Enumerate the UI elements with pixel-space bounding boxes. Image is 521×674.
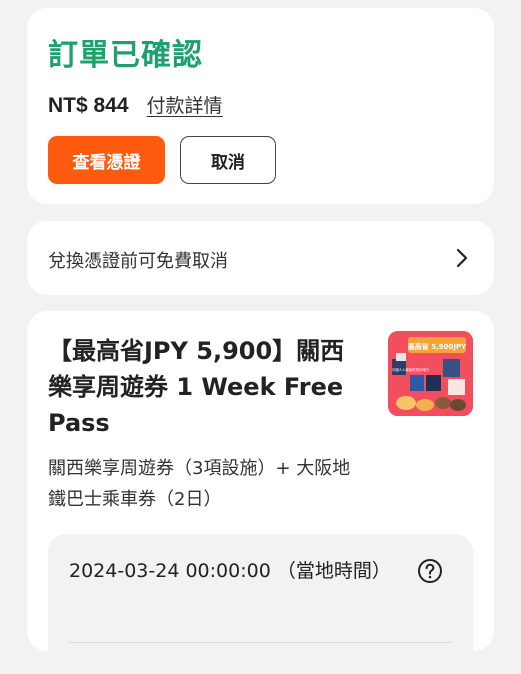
thumbnail-badge-text: 最高省 5,900JPY [408,342,467,351]
date-box-divider [69,642,452,643]
order-status-title: 訂單已確認 [48,38,203,73]
help-circle-icon[interactable] [417,558,443,584]
booking-date-box: 2024-03-24 00:00:00 （當地時間） [48,534,473,674]
cancellation-policy-text: 兌換憑證前可免費取消 [48,251,228,272]
product-subtitle: 關西樂享周遊券（3項設施）+ 大阪地鐵巴士乘車券（2日） [48,458,351,510]
cancellation-policy-row[interactable]: 兌換憑證前可免費取消 [27,221,494,295]
booking-datetime: 2024-03-24 00:00:00 （當地時間） [69,560,391,582]
order-price: NT$ 844 [48,94,129,117]
price-row: NT$ 844 付款詳情 [48,91,223,118]
product-card: 【最高省JPY 5,900】關西樂享周遊券 1 Week Free Pass 最… [27,311,494,674]
view-voucher-button[interactable]: 查看憑證 [48,136,165,184]
product-title[interactable]: 【最高省JPY 5,900】關西樂享周遊券 1 Week Free Pass [48,333,368,441]
thumbnail-caption-text: 中國人人都說的的好地方 [392,367,430,372]
order-status-card: 訂單已確認 NT$ 844 付款詳情 查看憑證 取消 [27,8,494,204]
chevron-right-icon [456,248,468,268]
product-thumbnail-image: 最高省 5,900JPY 中國人人都說的的好地方 [388,331,473,416]
cancel-order-button[interactable]: 取消 [180,136,276,184]
product-thumbnail[interactable]: 最高省 5,900JPY 中國人人都說的的好地方 [388,331,473,416]
payment-details-link[interactable]: 付款詳情 [147,91,223,118]
